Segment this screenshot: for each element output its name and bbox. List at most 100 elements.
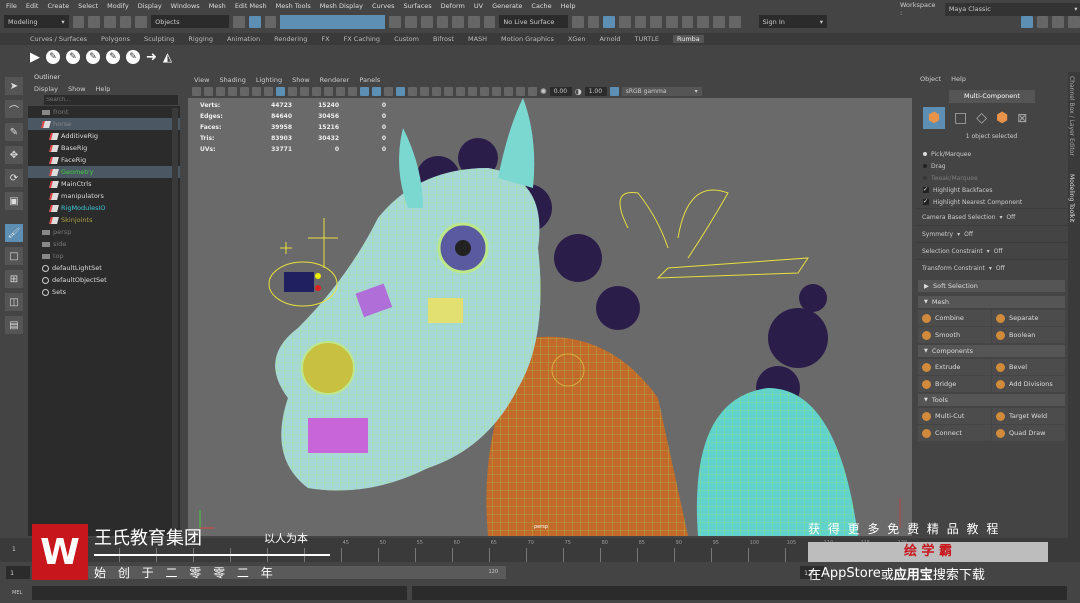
shelf-tab-fx[interactable]: FX bbox=[321, 35, 329, 43]
option-symmetry[interactable]: Symmetry ▾ Off bbox=[915, 225, 1068, 242]
field-chart-icon[interactable] bbox=[324, 87, 333, 96]
attribute-editor-icon[interactable] bbox=[1036, 15, 1049, 28]
menu-display[interactable]: Display bbox=[138, 2, 162, 10]
edge-mode-icon[interactable]: ◇ bbox=[976, 110, 987, 126]
menu-help[interactable]: Help bbox=[561, 2, 576, 10]
mask-deformers-icon[interactable] bbox=[333, 15, 346, 28]
snap-point-icon[interactable] bbox=[436, 15, 449, 28]
default-material-icon[interactable] bbox=[384, 87, 393, 96]
outliner-layout-icon[interactable]: ▤ bbox=[5, 316, 23, 334]
brush-tool-icon[interactable]: 🖌 bbox=[5, 224, 23, 242]
viewport-menu-shading[interactable]: Shading bbox=[219, 76, 245, 84]
ipr-render-icon[interactable] bbox=[650, 15, 663, 28]
shelf-tab-turtle[interactable]: TURTLE bbox=[635, 35, 659, 43]
render-view-icon[interactable] bbox=[618, 15, 631, 28]
output-ops-icon[interactable] bbox=[587, 15, 600, 28]
undo-icon[interactable] bbox=[119, 15, 132, 28]
lasso-tool-icon[interactable]: ⌒ bbox=[5, 100, 23, 118]
anti-aliasing-icon[interactable] bbox=[468, 87, 477, 96]
viewport-menu-renderer[interactable]: Renderer bbox=[320, 76, 350, 84]
mask-handles-icon[interactable] bbox=[281, 15, 294, 28]
radio-tweak-marquee[interactable]: Tweak/Marquee bbox=[915, 172, 1068, 184]
live-surface-field[interactable]: No Live Surface bbox=[499, 15, 568, 28]
viewport-menu-panels[interactable]: Panels bbox=[359, 76, 380, 84]
add-divisions-button[interactable]: Add Divisions bbox=[992, 376, 1065, 392]
rumba-tool-3-icon[interactable]: ✎ bbox=[86, 50, 100, 64]
connect-button[interactable]: Connect bbox=[918, 425, 991, 441]
menu-generate[interactable]: Generate bbox=[492, 2, 522, 10]
shelf-tab-arnold[interactable]: Arnold bbox=[599, 35, 620, 43]
outliner-item[interactable]: manipulators bbox=[28, 190, 180, 202]
snap-grid-icon[interactable] bbox=[405, 15, 417, 28]
light-editor-icon[interactable] bbox=[713, 15, 725, 28]
channel-box-icon[interactable] bbox=[1068, 15, 1080, 28]
outliner-item[interactable]: Skinjoints bbox=[28, 214, 180, 226]
input-ops-icon[interactable] bbox=[571, 15, 584, 28]
checkbox-highlight-nearest-component[interactable]: ✓ Highlight Nearest Component bbox=[915, 196, 1068, 208]
color-management-icon[interactable] bbox=[609, 87, 619, 96]
outliner-item[interactable]: defaultObjectSet bbox=[28, 274, 180, 286]
modeling-toolkit-toggle-icon[interactable] bbox=[1021, 15, 1033, 28]
xray-icon[interactable] bbox=[504, 87, 513, 96]
menu-file[interactable]: File bbox=[6, 2, 17, 10]
viewport-panel[interactable]: View Shading Lighting Show Renderer Panels ✺ … bbox=[188, 74, 912, 536]
component-select-icon[interactable] bbox=[264, 15, 277, 28]
quad-draw-button[interactable]: Quad Draw bbox=[992, 425, 1065, 441]
menu-modify[interactable]: Modify bbox=[107, 2, 129, 10]
menu-surfaces[interactable]: Surfaces bbox=[404, 2, 432, 10]
shelf-tab-sculpting[interactable]: Sculpting bbox=[144, 35, 174, 43]
radio-drag[interactable]: Drag bbox=[915, 160, 1068, 172]
rumba-tool-1-icon[interactable]: ✎ bbox=[46, 50, 60, 64]
menu-windows[interactable]: Windows bbox=[171, 2, 200, 10]
outliner-item[interactable]: BaseRig bbox=[28, 142, 180, 154]
snap-curve-icon[interactable] bbox=[420, 15, 433, 28]
render-frame-icon[interactable] bbox=[634, 15, 647, 28]
mask-rendering-icon[interactable] bbox=[359, 15, 372, 28]
gamma-field[interactable]: 1.00 bbox=[584, 87, 607, 96]
outliner-scrollbar[interactable] bbox=[172, 108, 178, 528]
outliner-menu-display[interactable]: Display bbox=[34, 85, 58, 93]
isolate-select-icon[interactable] bbox=[492, 87, 501, 96]
object-mode-icon[interactable]: ⬢ bbox=[923, 107, 945, 129]
color-space-dropdown[interactable]: sRGB gamma ▾ bbox=[621, 87, 702, 96]
pen-icon[interactable] bbox=[264, 87, 273, 96]
render-setup-icon[interactable] bbox=[697, 15, 710, 28]
grid-icon[interactable] bbox=[276, 87, 285, 96]
outliner-search-input[interactable] bbox=[44, 95, 178, 105]
single-perspective-layout-icon[interactable]: □ bbox=[5, 247, 23, 265]
resolution-gate-icon[interactable] bbox=[300, 87, 309, 96]
menu-curves[interactable]: Curves bbox=[372, 2, 395, 10]
tool-settings-icon[interactable] bbox=[1052, 15, 1065, 28]
shelf-tab-curves-surfaces[interactable]: Curves / Surfaces bbox=[30, 35, 87, 43]
toolkit-menu-help[interactable]: Help bbox=[951, 75, 966, 83]
arrow-right-icon[interactable]: ➜ bbox=[146, 50, 157, 65]
mask-misc-icon[interactable] bbox=[372, 15, 385, 28]
shelf-tab-rigging[interactable]: Rigging bbox=[188, 35, 213, 43]
xray-joints-icon[interactable] bbox=[516, 87, 525, 96]
section-mesh[interactable]: ▼ Mesh bbox=[918, 296, 1065, 308]
menu-uv[interactable]: UV bbox=[474, 2, 483, 10]
pause-viewport-icon[interactable] bbox=[728, 15, 741, 28]
save-scene-icon[interactable] bbox=[103, 15, 116, 28]
shelf-tab-bifrost[interactable]: Bifrost bbox=[433, 35, 454, 43]
scale-tool-icon[interactable]: ▣ bbox=[5, 192, 23, 210]
rotate-tool-icon[interactable]: ⟳ bbox=[5, 169, 23, 187]
wireframe-icon[interactable] bbox=[360, 87, 369, 96]
mask-surfaces-icon[interactable] bbox=[320, 15, 333, 28]
shelf-tab-animation[interactable]: Animation bbox=[227, 35, 260, 43]
grease-pencil-icon[interactable] bbox=[240, 87, 249, 96]
outliner-menu-show[interactable]: Show bbox=[68, 85, 86, 93]
menu-cache[interactable]: Cache bbox=[531, 2, 551, 10]
bridge-button[interactable]: Bridge bbox=[918, 376, 991, 392]
menu-edit[interactable]: Edit bbox=[26, 2, 39, 10]
camera-attributes-icon[interactable] bbox=[204, 87, 213, 96]
shelf-tab-rumba[interactable]: Rumba bbox=[673, 35, 704, 43]
shelf-tab-rendering[interactable]: Rendering bbox=[274, 35, 307, 43]
shelf-tab-polygons[interactable]: Polygons bbox=[101, 35, 130, 43]
textured-icon[interactable] bbox=[408, 87, 417, 96]
gate-mask-icon[interactable] bbox=[312, 87, 321, 96]
checkbox-highlight-backfaces[interactable]: ✓ Highlight Backfaces bbox=[915, 184, 1068, 196]
snap-surface-icon[interactable] bbox=[467, 15, 480, 28]
bevel-button[interactable]: Bevel bbox=[992, 359, 1065, 375]
mel-input[interactable] bbox=[32, 586, 407, 600]
